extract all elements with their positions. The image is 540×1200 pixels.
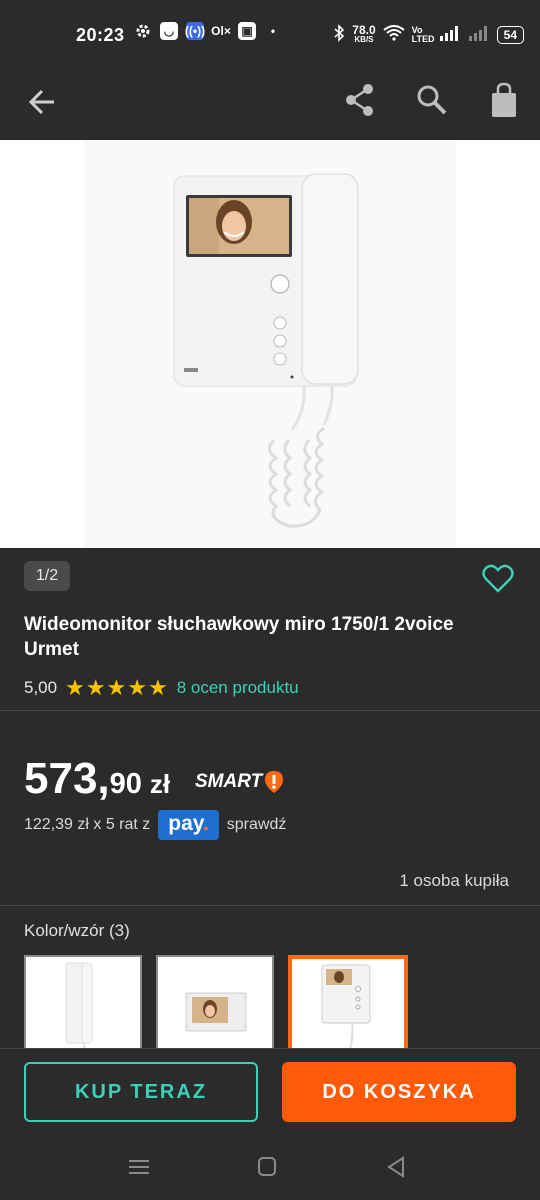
product-image-gallery[interactable] (0, 140, 540, 548)
arrow-left-icon[interactable] (24, 82, 64, 122)
pay-label: pay (168, 812, 203, 835)
price-integer: 573, (24, 754, 110, 803)
home-icon[interactable] (252, 1154, 282, 1180)
back-triangle-icon[interactable] (382, 1154, 412, 1180)
search-icon[interactable] (412, 80, 452, 120)
smart-label: SMART (195, 771, 263, 792)
nfc-icon: ((•)) (184, 22, 206, 40)
sticky-action-bar: KUP TERAZ DO KOSZYKA (0, 1048, 540, 1134)
network-speed-unit: KB/S (354, 34, 374, 44)
variant-thumbnail[interactable] (24, 955, 142, 1055)
signal-2-icon (468, 25, 490, 44)
product-title: Wideomonitor słuchawkowy miro 1750/1 2vo… (24, 614, 454, 660)
volte-icon: Vo LTED (411, 24, 435, 44)
olx-icon: Ol× (211, 24, 231, 38)
add-to-cart-button[interactable]: DO KOSZYKA (282, 1062, 516, 1122)
system-indicators: 78.0 KB/S Vo LTED 54 (333, 24, 524, 45)
variants-label: Kolor/wzór (3) (24, 921, 130, 940)
gallery-position-badge: 1/2 (24, 561, 70, 591)
notification-icons: ◡ ((•)) Ol× ▣ • (134, 22, 282, 40)
heart-icon[interactable] (482, 564, 514, 594)
battery-indicator: 54 (496, 25, 524, 44)
variant-thumbnail-selected[interactable] (288, 955, 408, 1055)
system-navigation-bar (0, 1134, 540, 1200)
buy-now-button[interactable]: KUP TERAZ (24, 1062, 258, 1122)
product-rating[interactable]: 5,00 ★★★★★ 8 ocen produktu (24, 675, 299, 701)
smart-exclamation-icon (264, 770, 284, 794)
wifi-icon (383, 25, 405, 44)
status-bar: 20:23 ◡ ((•)) Ol× ▣ • 78.0 KB/S Vo LTED … (0, 0, 540, 70)
price-currency: zł (149, 769, 171, 799)
network-speed-value: 78.0 (352, 22, 376, 37)
check-link[interactable]: sprawdź (227, 816, 287, 834)
recent-apps-icon[interactable] (124, 1154, 154, 1180)
rating-score: 5,00 (24, 678, 58, 697)
installments-info[interactable]: 122,39 zł x 5 rat z pay. sprawdź (24, 810, 286, 840)
bought-count: 1 osoba kupiła (399, 871, 509, 890)
installments-text: 122,39 zł x 5 rat z (24, 816, 151, 833)
product-image (84, 140, 456, 548)
divider (0, 710, 540, 711)
settings-icon (134, 22, 152, 40)
smart-badge[interactable]: SMART (195, 770, 284, 794)
divider (0, 905, 540, 906)
app-bar (0, 70, 540, 140)
network-speed: 78.0 KB/S (352, 22, 376, 45)
share-icon[interactable] (340, 80, 380, 120)
app-badge-icon: ▣ (238, 22, 256, 40)
product-price: 573, 90 zł (24, 754, 170, 804)
variant-thumbnail[interactable] (156, 955, 274, 1055)
pay-logo: pay. (158, 810, 219, 840)
signal-icon (439, 25, 461, 44)
reviews-link[interactable]: 8 ocen produktu (177, 678, 299, 698)
bluetooth-icon (333, 24, 345, 45)
pay-dot: . (202, 812, 209, 835)
app-notification-icon: ◡ (160, 22, 178, 40)
status-time: 20:23 (76, 25, 125, 45)
shopping-bag-icon[interactable] (484, 80, 524, 120)
star-icon: ★★★★★ (65, 675, 169, 700)
price-decimal: 90 (109, 768, 142, 800)
more-notifications-icon: • (270, 24, 276, 38)
